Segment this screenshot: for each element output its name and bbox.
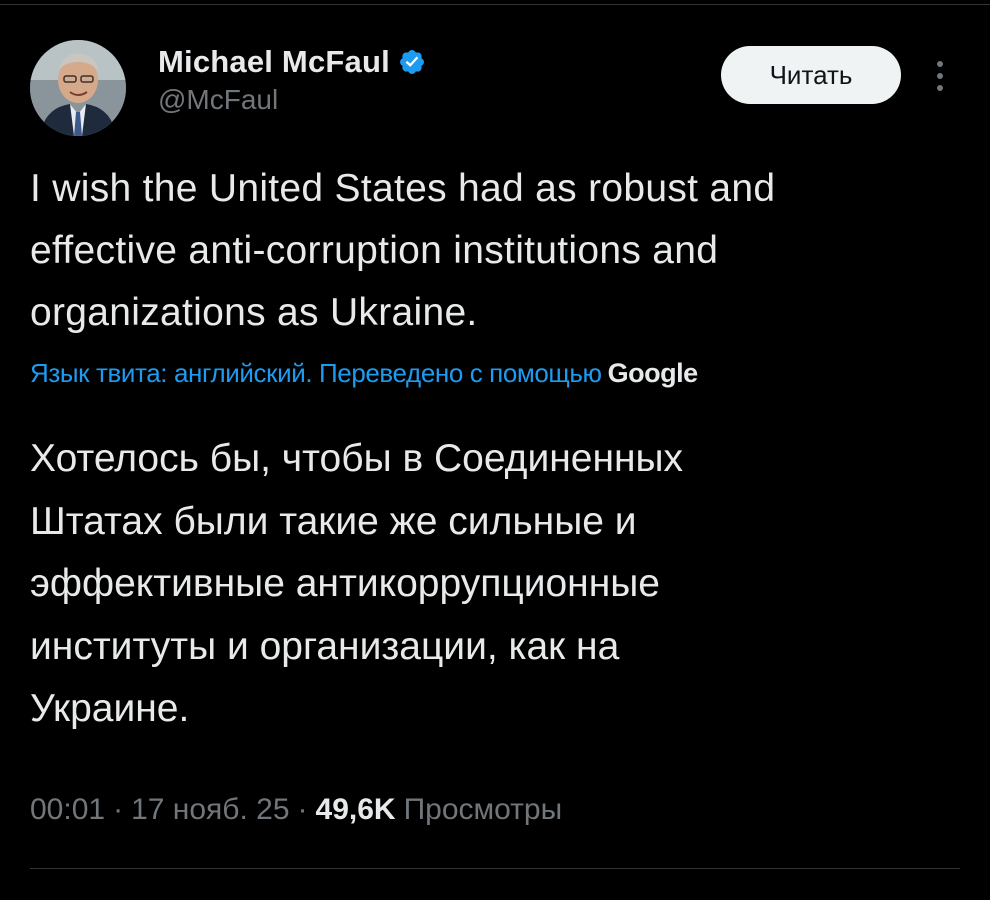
views-label: Просмотры — [403, 793, 563, 826]
tweet-text: I wish the United States had as robust a… — [30, 167, 776, 334]
author-handle[interactable]: @McFaul — [158, 84, 426, 116]
translation-note-link[interactable]: Язык твита: английский. Переведено с пом… — [30, 358, 602, 389]
avatar[interactable] — [30, 40, 126, 136]
more-vertical-icon[interactable] — [930, 58, 950, 94]
tweet-time[interactable]: 00:01 — [30, 793, 105, 827]
follow-button[interactable]: Читать — [721, 46, 901, 104]
tweet-date[interactable]: 17 нояб. 25 — [131, 793, 289, 827]
tweet-meta: 00:01 · 17 нояб. 25 · 49,6K Просмотры — [30, 793, 562, 827]
bottom-divider — [30, 868, 960, 869]
author-name-row: Michael McFaul — [158, 42, 426, 82]
avatar-photo — [30, 40, 126, 136]
translation-note: Язык твита: английский. Переведено с пом… — [30, 358, 960, 389]
google-logo: Google — [607, 358, 699, 388]
tweet-header: Michael McFaul @McFaul Читать — [0, 0, 990, 150]
meta-separator: · — [297, 793, 308, 826]
verified-badge-icon — [399, 50, 424, 74]
views-count[interactable]: 49,6K — [316, 793, 396, 827]
author-display-name[interactable]: Michael McFaul — [158, 44, 390, 80]
author-info: Michael McFaul @McFaul — [158, 42, 426, 116]
meta-separator: · — [113, 793, 124, 826]
translated-text: Хотелось бы, чтобы в Соединенных Штатах … — [30, 437, 684, 730]
